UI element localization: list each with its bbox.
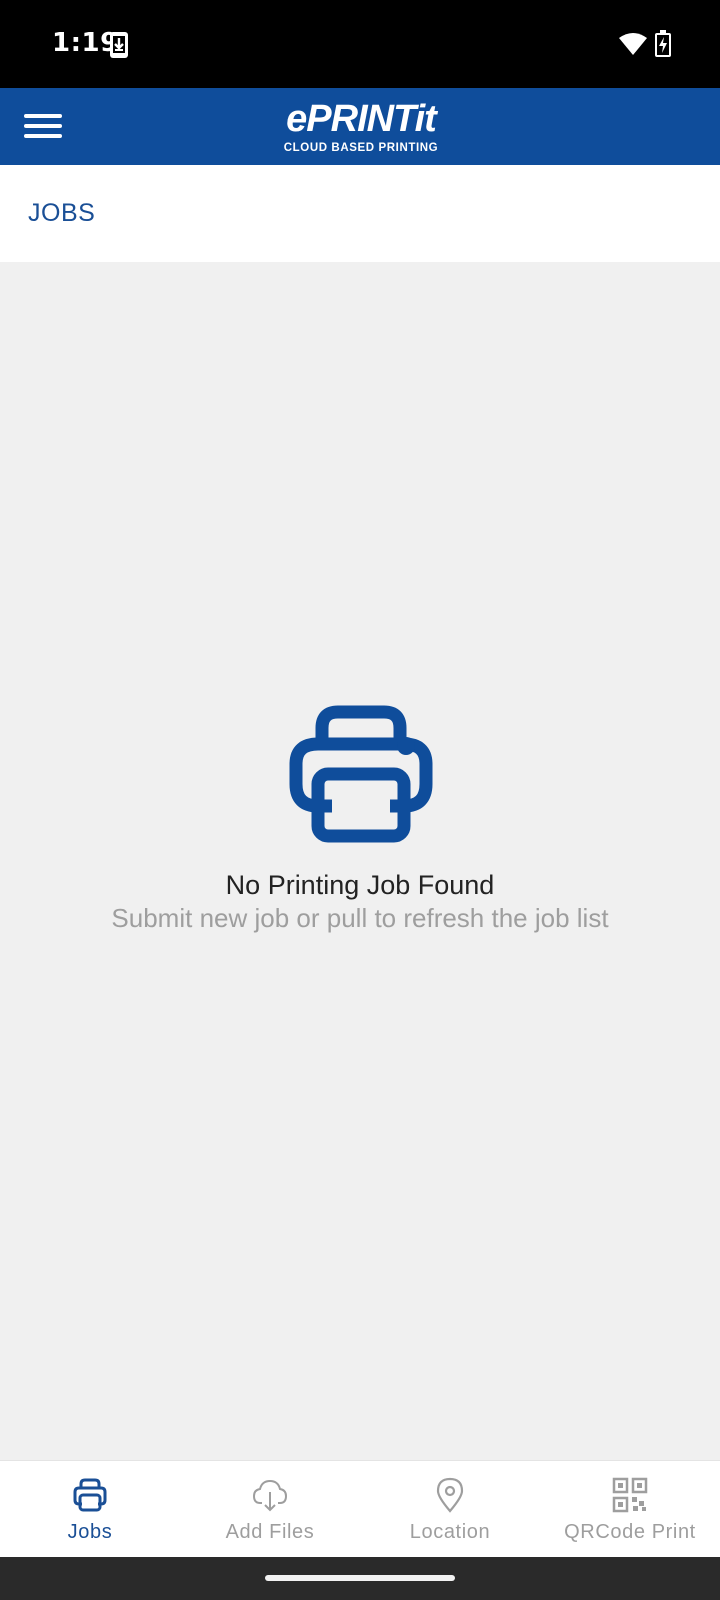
empty-state-title: No Printing Job Found (225, 870, 495, 900)
nav-label-jobs: Jobs (67, 1521, 113, 1543)
logo-tagline: CLOUD BASED PRINTING (283, 142, 439, 154)
nav-item-jobs[interactable]: Jobs (0, 1461, 180, 1558)
menu-button[interactable] (18, 106, 68, 146)
app-logo: ePRINTit CLOUD BASED PRINTING (280, 98, 442, 158)
hamburger-menu-icon-line (24, 134, 62, 138)
home-gesture-handle[interactable] (265, 1575, 455, 1581)
cloud-download-icon (252, 1479, 288, 1512)
download-icon (110, 32, 128, 58)
battery-charging-icon (655, 30, 671, 57)
wifi-icon (619, 33, 647, 55)
location-pin-icon (436, 1477, 464, 1513)
nav-label-location: Location (409, 1521, 491, 1543)
hamburger-menu-icon-line (24, 124, 62, 128)
nav-item-location[interactable]: Location (360, 1461, 540, 1558)
empty-state-subtitle: Submit new job or pull to refresh the jo… (111, 903, 609, 933)
nav-item-qrcode-print[interactable]: QRCode Print (540, 1461, 720, 1558)
bottom-navigation: Jobs Add Files Location QRCode Print (0, 1460, 720, 1558)
system-navigation-bar (0, 1557, 720, 1600)
nav-label-qrcode-print: QRCode Print (564, 1521, 696, 1543)
app-bar: ePRINTit CLOUD BASED PRINTING (0, 88, 720, 165)
qr-code-icon (612, 1477, 648, 1513)
nav-label-add-files: Add Files (225, 1521, 315, 1543)
logo-main-text: ePRINTit (286, 98, 437, 140)
printer-icon (73, 1478, 107, 1512)
printer-icon (289, 705, 433, 843)
hamburger-menu-icon (24, 114, 62, 118)
nav-item-add-files[interactable]: Add Files (180, 1461, 360, 1558)
page-title: JOBS (28, 199, 96, 227)
status-bar: 1:19 (0, 0, 720, 88)
page-header: JOBS (0, 165, 720, 262)
